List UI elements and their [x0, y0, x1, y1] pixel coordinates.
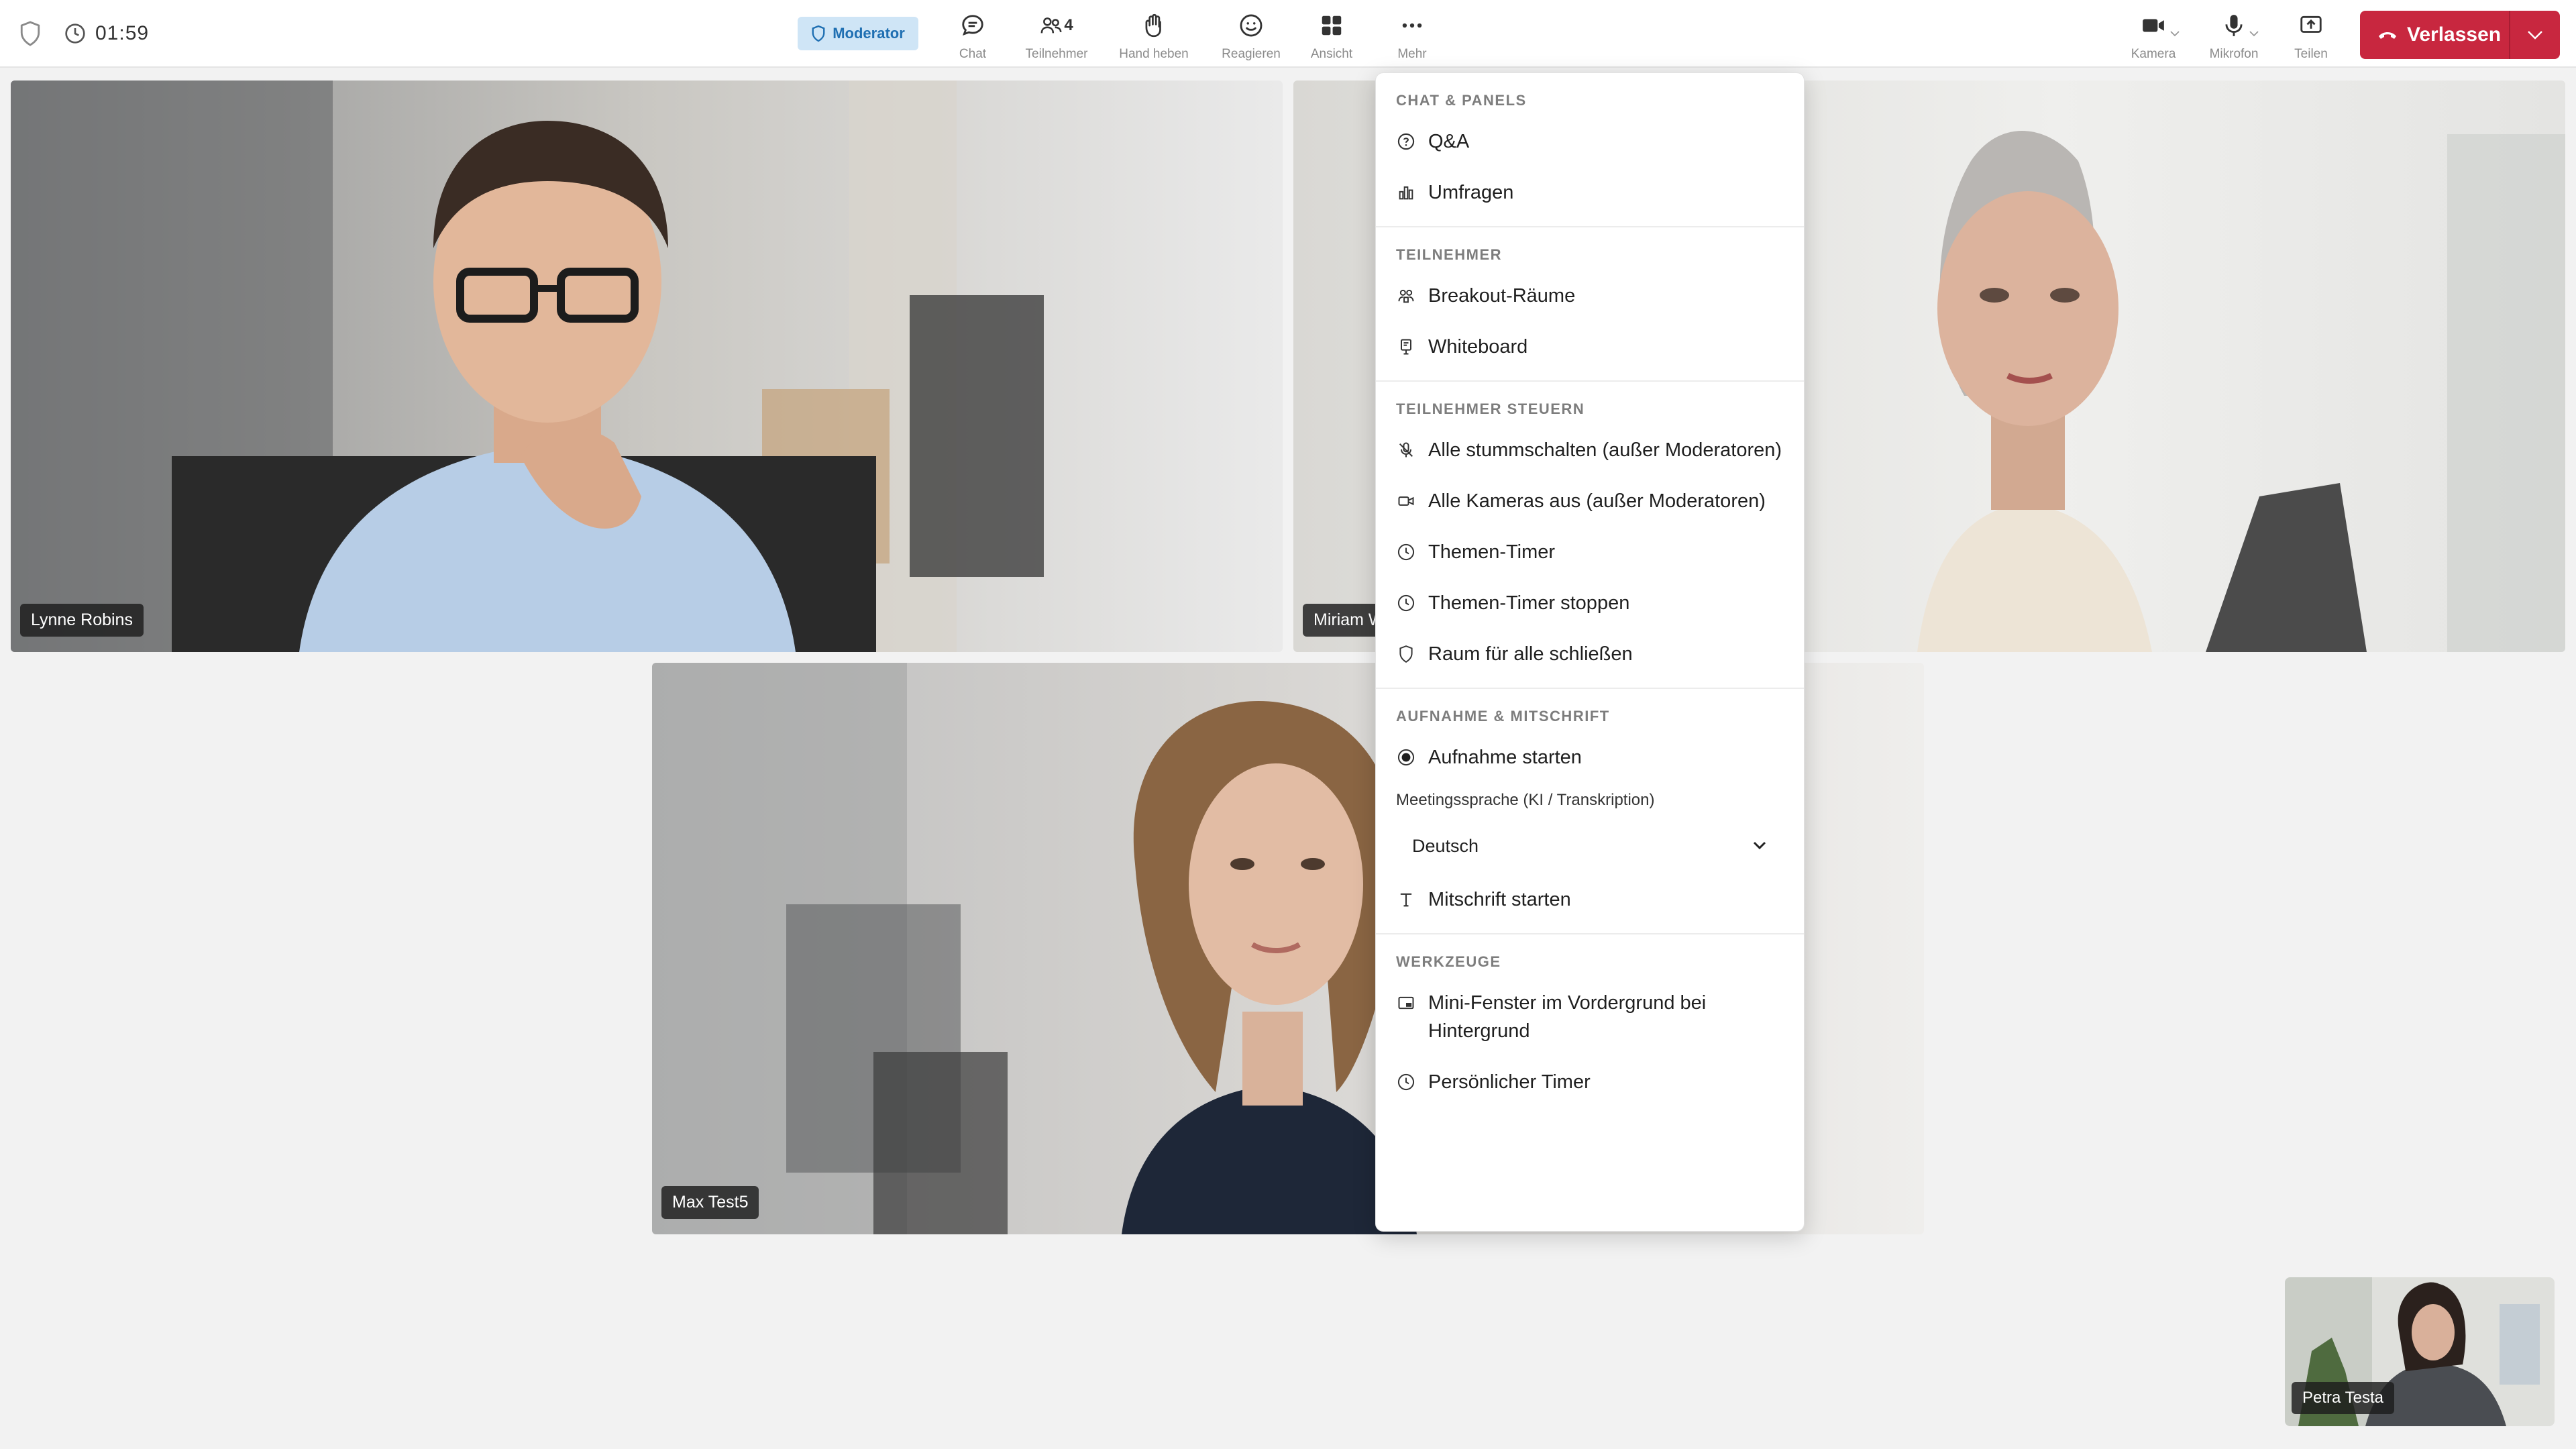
menu-item-all-cameras-off[interactable]: Alle Kameras aus (außer Moderatoren): [1376, 476, 1804, 527]
microphone-button[interactable]: Mikrofon: [2200, 11, 2267, 64]
bar-chart-icon: [1399, 186, 1413, 200]
leave-options-button[interactable]: [2510, 11, 2560, 59]
clock-icon: [1397, 594, 1415, 612]
menu-item-stop-topic-timer[interactable]: Themen-Timer stoppen: [1376, 578, 1804, 629]
video-camera-icon: [1398, 496, 1414, 506]
meeting-timer: 01:59: [95, 22, 150, 44]
shield-icon[interactable]: [19, 20, 42, 47]
meeting-language-label: Meetingssprache (KI / Transkription): [1396, 791, 1655, 809]
participant-video: [11, 80, 1283, 652]
menu-section-participant-controls: TEILNEHMER STEUERN Alle stummschalten (a…: [1376, 382, 1804, 689]
menu-section-heading: WERKZEUGE: [1396, 953, 1501, 970]
phone-hangup-icon: [2379, 32, 2396, 39]
menu-section-heading: TEILNEHMER: [1396, 246, 1502, 263]
menu-item-mute-all[interactable]: Alle stummschalten (außer Moderatoren): [1376, 425, 1804, 476]
more-menu: CHAT & PANELS Q&A Umfragen TEILNEHMER Br…: [1375, 72, 1805, 1232]
microphone-off-icon: [1399, 442, 1413, 458]
menu-item-topic-timer[interactable]: Themen-Timer: [1376, 527, 1804, 578]
menu-item-qa[interactable]: Q&A: [1376, 116, 1804, 167]
hand-icon: [1145, 13, 1161, 38]
clock-icon: [1397, 543, 1415, 561]
moderator-badge: Moderator: [798, 17, 918, 50]
clock-icon: [65, 23, 85, 44]
chevron-down-icon: [2528, 31, 2542, 40]
grid-icon: [1322, 15, 1342, 36]
menu-section-participants: TEILNEHMER Breakout-Räume Whiteboard: [1376, 227, 1804, 382]
record-icon: [1397, 749, 1415, 766]
menu-item-start-recording[interactable]: Aufnahme starten: [1376, 732, 1804, 783]
menu-section-chat-panels: CHAT & PANELS Q&A Umfragen: [1376, 73, 1804, 227]
menu-section-recording: AUFNAHME & MITSCHRIFT Aufnahme starten M…: [1376, 689, 1804, 934]
menu-section-heading: AUFNAHME & MITSCHRIFT: [1396, 708, 1610, 724]
share-button[interactable]: Teilen: [2284, 11, 2338, 64]
clock-icon: [1397, 1073, 1415, 1091]
more-button[interactable]: Mehr: [1385, 11, 1439, 64]
menu-section-tools: WERKZEUGE Mini-Fenster im Vordergrund be…: [1376, 934, 1804, 1116]
participants-button[interactable]: 4 Teilnehmer: [1016, 11, 1097, 64]
meeting-language-value: Deutsch: [1412, 835, 1479, 856]
shield-icon: [812, 25, 825, 42]
menu-item-personal-timer[interactable]: Persönlicher Timer: [1376, 1057, 1804, 1108]
video-tile[interactable]: Lynne Robins: [11, 80, 1283, 652]
menu-item-breakout-rooms[interactable]: Breakout-Räume: [1376, 270, 1804, 321]
chat-button[interactable]: Chat: [946, 11, 1000, 64]
toolbar: 01:59 Moderator Chat 4 Teilnehmer Hand h…: [0, 0, 2576, 68]
self-view-tile[interactable]: Petra Testa: [2285, 1277, 2555, 1426]
camera-icon: [2143, 19, 2164, 32]
menu-section-heading: TEILNEHMER STEUERN: [1396, 400, 1585, 417]
users-icon: [1040, 17, 1062, 34]
meeting-language-select[interactable]: Deutsch: [1396, 824, 1784, 867]
text-icon: [1400, 893, 1412, 907]
menu-item-mini-window[interactable]: Mini-Fenster im Vordergrund bei Hintergr…: [1376, 977, 1804, 1057]
react-button[interactable]: Reagieren: [1214, 11, 1288, 64]
microphone-icon: [2225, 15, 2243, 36]
participant-count: 4: [1064, 16, 1073, 34]
chevron-down-icon: [1753, 841, 1766, 850]
participant-name-tag: Lynne Robins: [20, 604, 144, 637]
picture-in-picture-icon: [1398, 996, 1414, 1010]
participant-name-tag: Petra Testa: [2292, 1382, 2394, 1414]
leave-button[interactable]: Verlassen: [2360, 11, 2510, 59]
view-button[interactable]: Ansicht: [1305, 11, 1358, 64]
share-screen-icon: [2300, 15, 2322, 33]
menu-item-polls[interactable]: Umfragen: [1376, 167, 1804, 218]
camera-options-chevron-icon[interactable]: [2169, 30, 2180, 38]
breakout-rooms-icon: [1398, 289, 1414, 303]
shield-icon: [1399, 645, 1413, 663]
menu-item-close-room[interactable]: Raum für alle schließen: [1376, 629, 1804, 680]
chat-bubble-icon: [962, 15, 983, 36]
camera-button[interactable]: Kamera: [2123, 11, 2184, 64]
question-circle-icon: [1397, 133, 1415, 150]
more-dots-icon: [1402, 23, 1422, 28]
menu-section-heading: CHAT & PANELS: [1396, 92, 1527, 109]
raise-hand-button[interactable]: Hand heben: [1110, 11, 1197, 64]
leave-split-button: Verlassen: [2360, 11, 2560, 59]
whiteboard-icon: [1401, 339, 1411, 355]
participant-name-tag: Max Test5: [661, 1186, 759, 1219]
menu-item-whiteboard[interactable]: Whiteboard: [1376, 321, 1804, 372]
meeting-status: 01:59: [19, 20, 149, 47]
menu-item-start-transcript[interactable]: Mitschrift starten: [1376, 874, 1804, 925]
microphone-options-chevron-icon[interactable]: [2249, 30, 2259, 38]
smiley-icon: [1240, 14, 1263, 37]
